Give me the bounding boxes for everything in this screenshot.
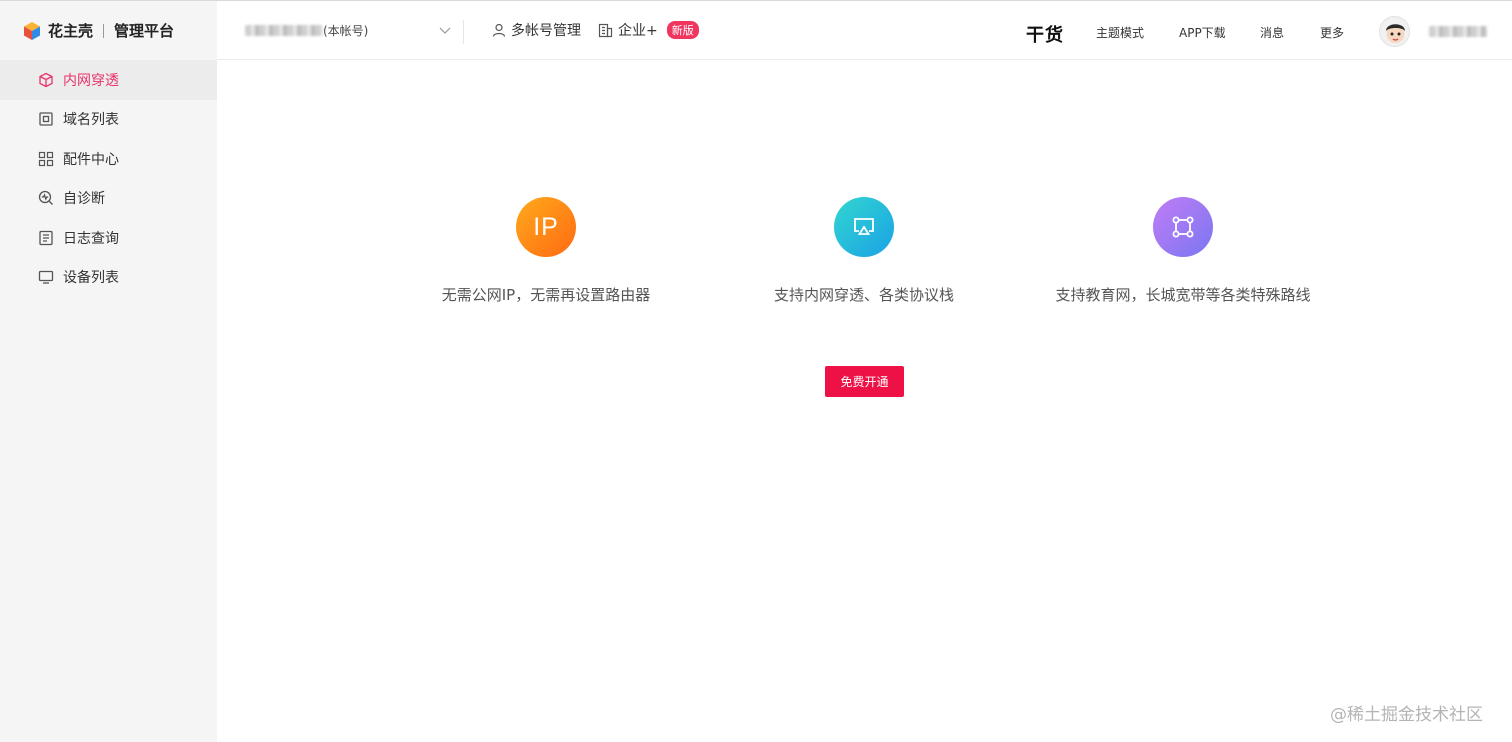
account-selector[interactable]: (本帐号) xyxy=(245,22,368,39)
theme-mode-link[interactable]: 主题模式 xyxy=(1096,24,1144,41)
sidebar-item-diagnose[interactable]: 自诊断 xyxy=(0,179,217,219)
avatar[interactable] xyxy=(1379,16,1410,47)
ip-icon: IP xyxy=(516,197,576,257)
avatar-face-icon xyxy=(1386,24,1405,43)
grid-icon xyxy=(38,151,54,166)
ganhuo-link[interactable]: 干货 xyxy=(1026,21,1064,47)
top-header: (本帐号) 多帐号管理 企业+ 新版 干货 主题模式 APP下载 消息 更多 xyxy=(217,1,1512,60)
sidebar-item-accessories[interactable]: 配件中心 xyxy=(0,139,217,179)
user-name-blurred xyxy=(1429,26,1487,37)
enterprise-label: 企业+ xyxy=(618,23,658,39)
sidebar-item-label: 自诊断 xyxy=(63,191,105,208)
diagnose-icon xyxy=(38,191,53,206)
feature-protocol-support: 支持内网穿透、各类协议栈 xyxy=(704,197,1024,305)
enterprise-link[interactable]: 企业+ 新版 xyxy=(598,20,699,40)
sidebar-item-logs[interactable]: 日志查询 xyxy=(0,218,217,258)
nodes-square-icon xyxy=(1153,197,1213,257)
account-name-blurred xyxy=(245,25,323,36)
app-download-link[interactable]: APP下载 xyxy=(1179,24,1226,41)
watermark: @稀土掘金技术社区 xyxy=(1330,705,1483,725)
chevron-down-icon[interactable] xyxy=(439,25,451,35)
sidebar-item-tunnel[interactable]: 内网穿透 xyxy=(0,60,217,100)
brand-subtitle: 管理平台 xyxy=(114,22,175,40)
multi-account-label: 多帐号管理 xyxy=(511,23,581,39)
domain-icon xyxy=(39,112,53,126)
sidebar-item-label: 域名列表 xyxy=(63,112,119,129)
brand-logo-icon xyxy=(24,21,40,40)
feature-text: 支持教育网，长城宽带等各类特殊路线 xyxy=(1055,286,1311,304)
screen-cast-icon xyxy=(834,197,894,257)
multi-account-link[interactable]: 多帐号管理 xyxy=(492,20,581,40)
building-icon xyxy=(598,23,613,37)
user-icon xyxy=(492,23,506,37)
header-divider xyxy=(463,20,464,44)
sidebar-item-label: 日志查询 xyxy=(63,230,119,247)
sidebar-item-domains[interactable]: 域名列表 xyxy=(0,100,217,140)
messages-link[interactable]: 消息 xyxy=(1260,24,1284,41)
brand[interactable]: 花主壳 管理平台 xyxy=(0,1,217,60)
sidebar-item-label: 配件中心 xyxy=(63,151,119,168)
brand-name: 花主壳 xyxy=(48,22,94,40)
new-badge: 新版 xyxy=(666,21,699,39)
feature-special-networks: 支持教育网，长城宽带等各类特殊路线 xyxy=(1023,197,1343,305)
feature-text: 支持内网穿透、各类协议栈 xyxy=(773,286,954,304)
monitor-icon xyxy=(38,271,54,284)
feature-no-public-ip: IP 无需公网IP，无需再设置路由器 xyxy=(386,197,706,305)
log-icon xyxy=(39,230,53,245)
sidebar-item-label: 设备列表 xyxy=(63,270,119,287)
sidebar: 花主壳 管理平台 内网穿透 域名列表 配件中心 自诊断 日志查询 设备列表 xyxy=(0,1,217,742)
account-suffix: (本帐号) xyxy=(323,24,369,38)
sidebar-item-label: 内网穿透 xyxy=(63,72,119,89)
more-link[interactable]: 更多 xyxy=(1320,24,1344,41)
sidebar-item-devices[interactable]: 设备列表 xyxy=(0,258,217,298)
brand-divider xyxy=(103,23,105,38)
feature-text: 无需公网IP，无需再设置路由器 xyxy=(441,286,651,304)
cube-icon xyxy=(39,72,53,87)
free-activate-button[interactable]: 免费开通 xyxy=(825,366,904,397)
